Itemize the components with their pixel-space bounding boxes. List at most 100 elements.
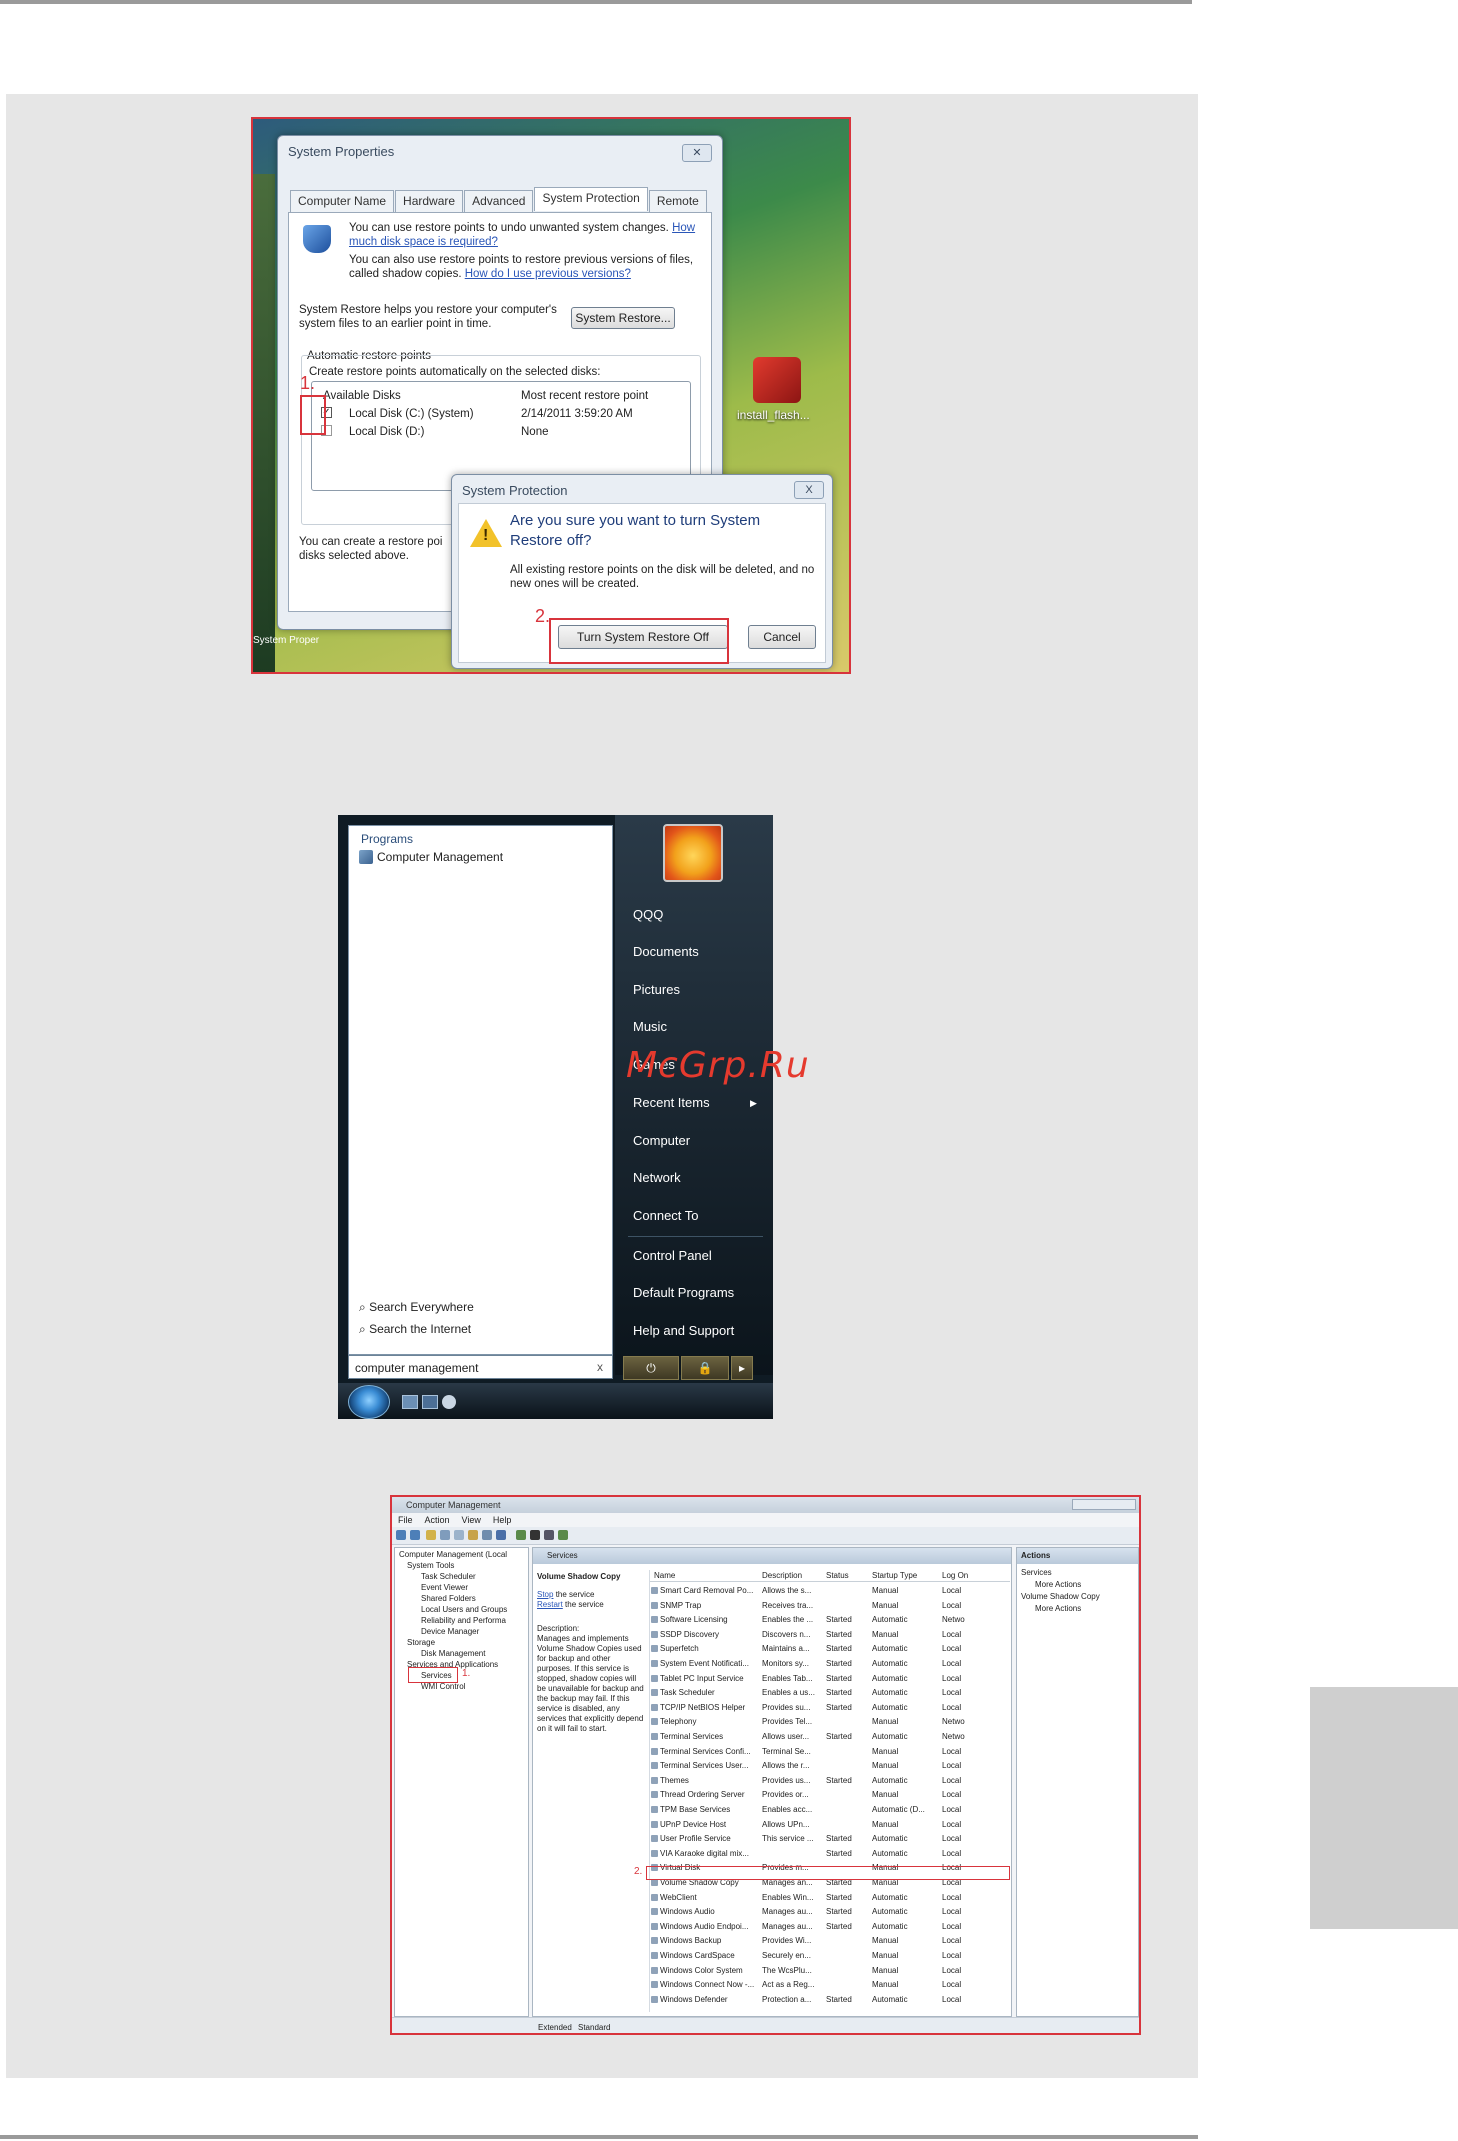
table-row[interactable]: Windows Connect Now -... Act as a Reg... M…	[650, 1978, 1009, 1992]
table-row[interactable]: TCP/IP NetBIOS Helper Provides su... Start…	[650, 1701, 1009, 1715]
tab-standard[interactable]: Standard	[578, 2023, 610, 2033]
menu-item-recent-items[interactable]: Recent Items	[633, 1095, 710, 1110]
properties-icon[interactable]	[482, 1530, 492, 1540]
tree-local-users[interactable]: Local Users and Groups	[421, 1605, 507, 1615]
menu-item-default-programs[interactable]: Default Programs	[633, 1285, 734, 1300]
tree-wmi-control[interactable]: WMI Control	[421, 1682, 465, 1692]
help-icon[interactable]	[496, 1530, 506, 1540]
table-row[interactable]: VIA Karaoke digital mix... Started Automat…	[650, 1847, 1009, 1861]
clear-search-icon[interactable]: x	[597, 1360, 603, 1374]
table-row[interactable]: Tablet PC Input Service Enables Tab... Sta…	[650, 1672, 1009, 1686]
play-icon[interactable]	[516, 1530, 526, 1540]
table-row[interactable]: User Profile Service This service ... Star…	[650, 1832, 1009, 1846]
menu-item-connect-to[interactable]: Connect To	[633, 1208, 699, 1223]
console-icon[interactable]	[440, 1530, 450, 1540]
export-icon[interactable]	[468, 1530, 478, 1540]
col-startup-type[interactable]: Startup Type	[872, 1571, 917, 1581]
menu-item-computer[interactable]: Computer	[633, 1133, 690, 1148]
tab-advanced[interactable]: Advanced	[464, 190, 534, 214]
tree-task-scheduler[interactable]: Task Scheduler	[421, 1572, 476, 1582]
up-icon[interactable]	[426, 1530, 436, 1540]
program-result-computer-management[interactable]: Computer Management	[377, 850, 503, 864]
menu-help[interactable]: Help	[493, 1513, 512, 1527]
table-row[interactable]: Smart Card Removal Po... Allows the s... M…	[650, 1584, 1009, 1598]
system-restore-button[interactable]: System Restore...	[571, 307, 675, 329]
tree-device-manager[interactable]: Device Manager	[421, 1627, 479, 1637]
menu-item-control-panel[interactable]: Control Panel	[633, 1248, 712, 1263]
table-row[interactable]: Windows CardSpace Securely en... Manual Loc…	[650, 1949, 1009, 1963]
stop-service-link[interactable]: Stop	[537, 1590, 553, 1599]
table-row[interactable]: Windows Backup Provides Wi... Manual Local	[650, 1934, 1009, 1948]
shutdown-options-button[interactable]: ▸	[731, 1356, 753, 1380]
menu-item-network[interactable]: Network	[633, 1170, 681, 1185]
menu-file[interactable]: File	[398, 1513, 413, 1527]
menu-item-documents[interactable]: Documents	[633, 944, 699, 959]
search-everywhere-link[interactable]: ⌕ Search Everywhere	[359, 1300, 474, 1314]
col-log-on[interactable]: Log On	[942, 1571, 968, 1581]
tree-event-viewer[interactable]: Event Viewer	[421, 1583, 468, 1593]
tree-disk-management[interactable]: Disk Management	[421, 1649, 485, 1659]
actions-more-2[interactable]: More Actions	[1035, 1604, 1081, 1614]
quicklaunch-browser-icon[interactable]	[442, 1395, 456, 1409]
forward-icon[interactable]	[410, 1530, 420, 1540]
tree-shared-folders[interactable]: Shared Folders	[421, 1594, 476, 1604]
menu-action[interactable]: Action	[425, 1513, 450, 1527]
start-search-box[interactable]: computer management x	[348, 1355, 613, 1379]
search-internet-link[interactable]: ⌕ Search the Internet	[359, 1322, 471, 1336]
table-row[interactable]: SSDP Discovery Discovers n... Started Manua…	[650, 1628, 1009, 1642]
tab-hardware[interactable]: Hardware	[395, 190, 464, 214]
table-row[interactable]: Themes Provides us... Started Automatic Loca…	[650, 1774, 1009, 1788]
quicklaunch-desktop-icon[interactable]	[402, 1395, 418, 1409]
actions-volume-shadow-copy[interactable]: Volume Shadow Copy	[1021, 1592, 1100, 1602]
stop-icon[interactable]	[530, 1530, 540, 1540]
table-row[interactable]: Windows Audio Endpoi... Manages au... Star…	[650, 1920, 1009, 1934]
actions-services[interactable]: Services	[1021, 1568, 1052, 1578]
table-row[interactable]: Thread Ordering Server Provides or... Manu…	[650, 1788, 1009, 1802]
table-row[interactable]: TPM Base Services Enables acc... Automatic…	[650, 1803, 1009, 1817]
menu-item-music[interactable]: Music	[633, 1019, 667, 1034]
table-row[interactable]: Software Licensing Enables the ... Started…	[650, 1613, 1009, 1627]
cancel-button[interactable]: Cancel	[748, 625, 816, 649]
tree-storage[interactable]: Storage	[407, 1638, 435, 1648]
table-row[interactable]: Windows Color System The WcsPlu... Manual L…	[650, 1964, 1009, 1978]
tab-extended[interactable]: Extended	[538, 2023, 572, 2033]
table-row[interactable]: WebClient Enables Win... Started Automatic L…	[650, 1891, 1009, 1905]
lock-button[interactable]: 🔒	[681, 1356, 729, 1380]
actions-more-1[interactable]: More Actions	[1035, 1580, 1081, 1590]
quicklaunch-switch-icon[interactable]	[422, 1395, 438, 1409]
menu-item-pictures[interactable]: Pictures	[633, 982, 680, 997]
table-row[interactable]: System Event Notificati... Monitors sy...…	[650, 1657, 1009, 1671]
col-status[interactable]: Status	[826, 1571, 849, 1581]
table-row[interactable]: Windows Audio Manages au... Started Automat…	[650, 1905, 1009, 1919]
table-row[interactable]: Terminal Services User... Allows the r...…	[650, 1759, 1009, 1773]
menu-view[interactable]: View	[462, 1513, 481, 1527]
pause-icon[interactable]	[544, 1530, 554, 1540]
tab-system-protection[interactable]: System Protection	[534, 187, 648, 211]
refresh-icon[interactable]	[454, 1530, 464, 1540]
tree-reliability[interactable]: Reliability and Performa	[421, 1616, 506, 1626]
restart-service-link[interactable]: Restart	[537, 1600, 563, 1609]
table-row[interactable]: Terminal Services Confi... Terminal Se...…	[650, 1745, 1009, 1759]
tab-computer-name[interactable]: Computer Name	[290, 190, 395, 214]
table-row[interactable]: SNMP Trap Receives tra... Manual Local	[650, 1599, 1009, 1613]
previous-versions-link[interactable]: How do I use previous versions?	[465, 268, 631, 280]
table-row[interactable]: Terminal Services Allows user... Started Au…	[650, 1730, 1009, 1744]
flash-installer-icon[interactable]	[753, 357, 801, 403]
table-row[interactable]: UPnP Device Host Allows UPn... Manual Local	[650, 1818, 1009, 1832]
tree-system-tools[interactable]: System Tools	[407, 1561, 454, 1571]
table-row[interactable]: Superfetch Maintains a... Started Automatic…	[650, 1642, 1009, 1656]
col-name[interactable]: Name	[654, 1571, 675, 1581]
power-button[interactable]: ⏻	[623, 1356, 679, 1380]
dialog-close-icon[interactable]: X	[794, 481, 824, 499]
table-row[interactable]: Task Scheduler Enables a us... Started Auto…	[650, 1686, 1009, 1700]
restart-icon[interactable]	[558, 1530, 568, 1540]
tree-root[interactable]: Computer Management (Local	[399, 1550, 507, 1560]
back-icon[interactable]	[396, 1530, 406, 1540]
tab-remote[interactable]: Remote	[648, 190, 707, 214]
windows-start-orb-icon[interactable]	[348, 1385, 390, 1419]
close-icon[interactable]: ✕	[682, 144, 712, 162]
col-description[interactable]: Description	[762, 1571, 802, 1581]
menu-item-help-and-support[interactable]: Help and Support	[633, 1323, 734, 1338]
table-row[interactable]: Windows Defender Protection a... Started Au…	[650, 1993, 1009, 2007]
menu-item-qqq[interactable]: QQQ	[633, 907, 663, 922]
